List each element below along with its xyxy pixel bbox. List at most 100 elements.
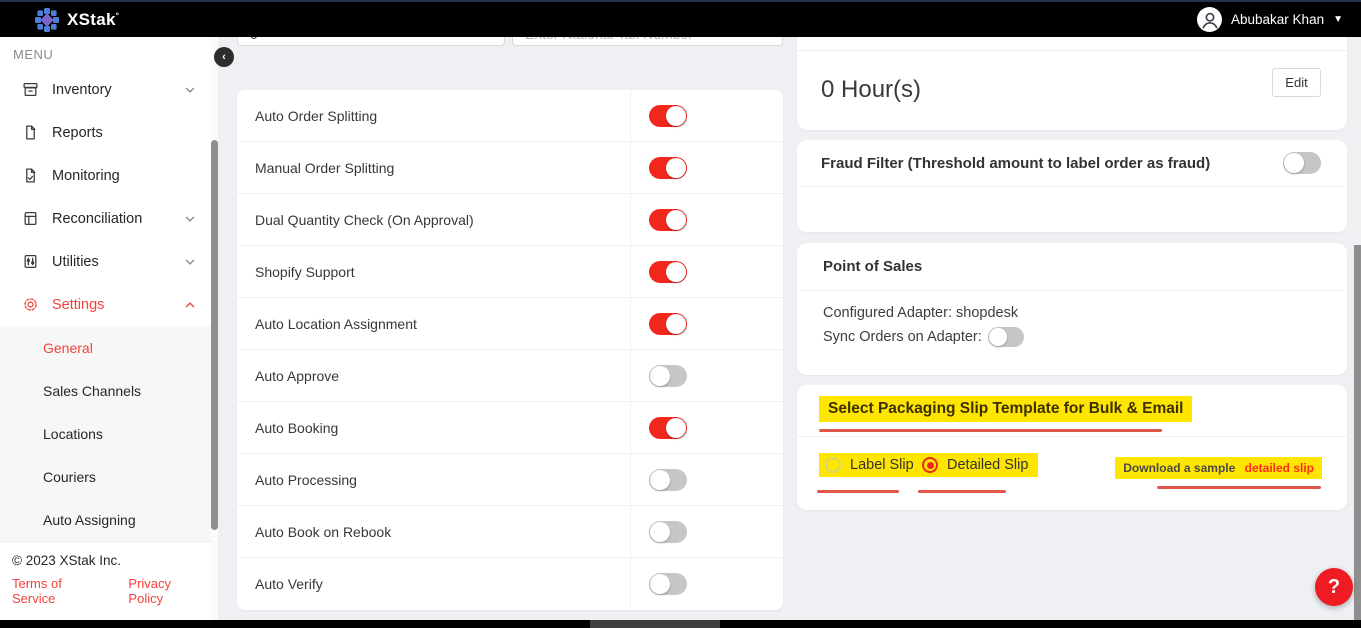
toggle-knob [666, 210, 686, 230]
reconciliation-icon [22, 210, 39, 227]
chevron-down-icon [183, 255, 197, 269]
xstak-asterisk-icon [34, 7, 60, 33]
toggle-auto-processing[interactable] [649, 469, 687, 491]
fraud-filter-row: Fraud Filter (Threshold amount to label … [797, 140, 1347, 187]
sidebar-item-reconciliation[interactable]: Reconciliation [0, 197, 211, 240]
user-menu[interactable]: Abubakar Khan ▼ [1197, 7, 1343, 32]
monitoring-icon [22, 167, 39, 184]
sidebar-item-label: Utilities [52, 254, 99, 270]
page-scrollbar-thumb[interactable] [1354, 245, 1361, 620]
chevron-down-icon [183, 212, 197, 226]
detailed-slip-link[interactable]: detailed slip [1245, 461, 1314, 475]
top-header: XStak° Abubakar Khan ▼ [0, 0, 1361, 37]
toggle-knob [666, 262, 686, 282]
sidebar-item-inventory[interactable]: Inventory [0, 68, 211, 111]
configured-adapter-text: Configured Adapter: shopdesk [823, 305, 1347, 321]
highlight-underline [817, 490, 899, 493]
chevron-down-icon: ▼ [1333, 14, 1343, 25]
sidebar-collapse-button[interactable]: ‹ [214, 47, 234, 67]
toggle-knob [650, 366, 670, 386]
toggle-auto-book-on-rebook[interactable] [649, 521, 687, 543]
submenu-item-couriers[interactable]: Couriers [0, 455, 211, 498]
settings-gear-icon [22, 296, 39, 313]
toggle-auto-verify[interactable] [649, 573, 687, 595]
order-settings-card: Auto Order Splitting Manual Order Splitt… [237, 90, 783, 610]
sync-orders-label: Sync Orders on Adapter: [823, 329, 982, 345]
bottom-horizontal-scrollbar[interactable] [0, 620, 1361, 628]
highlight-underline [819, 429, 1162, 432]
chevron-up-icon [183, 298, 197, 312]
submenu-item-locations[interactable]: Locations [0, 412, 211, 455]
sync-orders-toggle[interactable] [988, 327, 1024, 347]
horizontal-scrollbar-thumb[interactable] [590, 620, 720, 628]
sidebar-item-reports[interactable]: Reports [0, 111, 211, 154]
toggle-dual-quantity-check-on-approval[interactable] [649, 209, 687, 231]
point-of-sales-title: Point of Sales [797, 243, 1347, 291]
help-button[interactable]: ? [1315, 568, 1353, 606]
point-of-sales-card: Point of Sales Configured Adapter: shopd… [797, 243, 1347, 375]
submenu-item-auto-assigning[interactable]: Auto Assigning [0, 498, 211, 541]
submenu-item-sales-channels[interactable]: Sales Channels [0, 369, 211, 412]
toggle-auto-location-assignment[interactable] [649, 313, 687, 335]
toggle-knob [1284, 153, 1304, 173]
sidebar-item-utilities[interactable]: Utilities [0, 240, 211, 283]
toggle-auto-booking[interactable] [649, 417, 687, 439]
menu-section-label: MENU [0, 37, 211, 68]
setting-row-auto-order-splitting: Auto Order Splitting [237, 90, 783, 142]
radio-icon [825, 457, 841, 473]
sidebar-item-monitoring[interactable]: Monitoring [0, 154, 211, 197]
toggle-auto-order-splitting[interactable] [649, 105, 687, 127]
toggle-shopify-support[interactable] [649, 261, 687, 283]
setting-label: Auto Approve [237, 368, 339, 384]
terms-of-service-link[interactable]: Terms of Service [12, 576, 96, 606]
download-sample-text: Download a sample [1123, 461, 1235, 475]
sidebar-item-settings[interactable]: Settings [0, 283, 211, 326]
highlight-underline [918, 490, 1006, 493]
download-sample-link[interactable]: Download a sample detailed slip [1115, 457, 1322, 479]
toggle-manual-order-splitting[interactable] [649, 157, 687, 179]
submenu-item-label: Locations [43, 426, 103, 442]
highlight-underline [1157, 486, 1321, 489]
sidebar-item-label: Inventory [52, 82, 112, 98]
utilities-icon [22, 253, 39, 270]
person-icon [1199, 9, 1221, 31]
submenu-item-general[interactable]: General [0, 326, 211, 369]
toggle-knob [666, 106, 686, 126]
edit-button[interactable]: Edit [1272, 68, 1321, 97]
user-name: Abubakar Khan [1231, 12, 1324, 27]
radio-label: Label Slip [850, 457, 914, 473]
toggle-knob [666, 158, 686, 178]
sidebar-scrollbar-thumb[interactable] [211, 140, 218, 530]
brand-logo[interactable]: XStak° [34, 7, 119, 33]
submenu-item-label: General [43, 340, 93, 356]
sidebar-scrollbar[interactable] [211, 37, 218, 620]
toggle-knob [666, 418, 686, 438]
radio-option-detailed-slip[interactable]: Detailed Slip [916, 453, 1038, 477]
reports-icon [22, 124, 39, 141]
card-divider [797, 50, 1347, 51]
toggle-knob [989, 328, 1007, 346]
toggle-knob [650, 522, 670, 542]
setting-row-auto-booking: Auto Booking [237, 402, 783, 454]
setting-row-auto-approve: Auto Approve [237, 350, 783, 402]
setting-row-shopify-support: Shopify Support [237, 246, 783, 298]
brand-name: XStak° [67, 10, 119, 30]
avatar [1197, 7, 1222, 32]
radio-option-label-slip[interactable]: Label Slip [819, 453, 924, 477]
fraud-filter-toggle[interactable] [1283, 152, 1321, 174]
setting-row-auto-book-on-rebook: Auto Book on Rebook [237, 506, 783, 558]
setting-label: Shopify Support [237, 264, 355, 280]
sidebar-item-label: Reconciliation [52, 211, 142, 227]
radio-label: Detailed Slip [947, 457, 1028, 473]
copyright-text: © 2023 XStak Inc. [12, 553, 199, 568]
toggle-auto-approve[interactable] [649, 365, 687, 387]
setting-label: Auto Verify [237, 576, 323, 592]
sidebar-item-label: Monitoring [52, 168, 120, 184]
fraud-filter-label: Fraud Filter (Threshold amount to label … [797, 155, 1210, 172]
settings-submenu: General Sales Channels Locations CouriersAu… [0, 326, 211, 541]
privacy-policy-link[interactable]: Privacy Policy [128, 576, 199, 606]
setting-row-manual-order-splitting: Manual Order Splitting [237, 142, 783, 194]
packaging-slip-title: Select Packaging Slip Template for Bulk … [819, 396, 1192, 422]
hours-value-text: 0 Hour(s) [821, 76, 921, 104]
page-scrollbar[interactable] [1354, 37, 1361, 620]
